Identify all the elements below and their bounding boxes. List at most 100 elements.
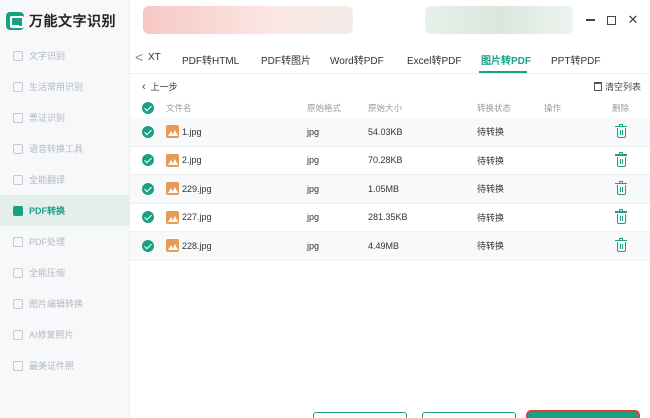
image-edit-icon — [13, 298, 23, 309]
tab-pdf-to-image[interactable]: PDF转图片 — [261, 52, 311, 67]
row-checkbox[interactable] — [142, 211, 154, 224]
file-name: 227.jpg — [182, 212, 212, 223]
row-checkbox[interactable] — [142, 239, 154, 252]
delete-icon[interactable] — [615, 123, 627, 139]
back-button[interactable]: ‹ 上一步 — [142, 80, 178, 93]
table-row: 227.jpg jpg 281.35KB 待转换 — [130, 204, 650, 232]
tab-word-to-pdf[interactable]: Word转PDF — [330, 52, 384, 67]
sidebar-item-label: 全能压缩 — [29, 268, 66, 278]
header-format: 原始格式 — [307, 103, 342, 113]
sidebar-item-id-photo[interactable]: 最美证件照 — [0, 350, 130, 381]
tab-ppt-to-pdf[interactable]: PPT转PDF — [551, 52, 600, 67]
delete-icon[interactable] — [615, 237, 627, 253]
table-row: 229.jpg jpg 1.05MB 待转换 — [130, 175, 650, 204]
file-size: 4.49MB — [368, 240, 400, 251]
tab-xt[interactable]: XT — [148, 52, 161, 63]
select-all-checkbox[interactable] — [142, 102, 154, 114]
delete-icon[interactable] — [615, 180, 627, 196]
sidebar-item-label: 生活常用识别 — [29, 82, 84, 92]
tab-image-to-pdf[interactable]: 图片转PDF — [481, 52, 531, 67]
sidebar-item-pdf-convert[interactable]: PDF转换 — [0, 195, 130, 226]
file-status: 待转换 — [477, 184, 505, 195]
app-name: 万能文字识别 — [29, 13, 116, 29]
sidebar-item-label: PDF处理 — [29, 237, 66, 247]
maximize-button[interactable] — [604, 13, 618, 27]
row-checkbox[interactable] — [142, 125, 154, 138]
file-size: 281.35KB — [368, 212, 408, 223]
file-status: 待转换 — [477, 127, 505, 138]
header-status: 转换状态 — [477, 103, 512, 113]
sidebar-item-text-recognition[interactable]: 文字识别 — [0, 40, 130, 71]
table-body: 1.jpg jpg 54.03KB 待转换 2.jpg jpg 70.28KB … — [130, 118, 650, 261]
sidebar-item-compress[interactable]: 全能压缩 — [0, 257, 130, 288]
file-format: jpg — [307, 155, 320, 166]
close-icon: ✕ — [627, 12, 639, 27]
close-button[interactable]: ✕ — [626, 12, 640, 27]
header-operation: 操作 — [544, 103, 562, 113]
sidebar-item-label: 票证识别 — [29, 113, 66, 123]
sidebar-item-ai-repair[interactable]: AI修复照片 — [0, 319, 130, 350]
sidebar-item-label: 语音转换工具 — [29, 144, 84, 154]
blurred-account-area — [425, 6, 573, 34]
clear-list-button[interactable]: 清空列表 — [594, 80, 641, 93]
table-row: 2.jpg jpg 70.28KB 待转换 — [130, 147, 650, 175]
file-format: jpg — [307, 126, 320, 137]
app-title: 万能文字识别 — [6, 9, 116, 33]
file-size: 1.05MB — [368, 183, 400, 194]
clear-list-label: 清空列表 — [605, 82, 642, 92]
sidebar-item-translate[interactable]: 全能翻译 — [0, 164, 130, 195]
table-row: 228.jpg jpg 4.49MB 待转换 — [130, 232, 650, 261]
table-header: 文件名 原始格式 原始大小 转换状态 操作 删除 — [130, 98, 650, 118]
sidebar-item-daily-recognition[interactable]: 生活常用识别 — [0, 71, 130, 102]
sidebar-item-label: 文字识别 — [29, 51, 66, 61]
chevron-left-icon: ‹ — [142, 80, 146, 93]
bottom-button-1[interactable] — [313, 412, 407, 418]
conversion-tabs: < XT PDF转HTML PDF转图片 Word转PDF Excel转PDF … — [130, 40, 650, 74]
sidebar-item-label: 图片编辑转换 — [29, 299, 84, 309]
pdf-process-icon — [13, 236, 23, 247]
sidebar-item-label: PDF转换 — [29, 206, 66, 216]
file-size: 54.03KB — [368, 126, 403, 137]
file-name: 228.jpg — [182, 240, 212, 251]
sidebar-item-image-edit[interactable]: 图片编辑转换 — [0, 288, 130, 319]
file-name: 1.jpg — [182, 126, 202, 137]
file-status: 待转换 — [477, 241, 505, 252]
tab-pdf-to-html[interactable]: PDF转HTML — [182, 52, 239, 67]
sidebar-item-label: AI修复照片 — [29, 330, 74, 340]
image-file-icon — [166, 125, 179, 139]
clear-list-icon — [594, 82, 602, 91]
pdf-convert-icon — [13, 205, 23, 216]
bottom-button-2[interactable] — [422, 412, 516, 418]
minimize-button[interactable] — [583, 13, 597, 27]
row-checkbox[interactable] — [142, 182, 154, 195]
translate-icon — [13, 174, 23, 185]
back-label: 上一步 — [150, 82, 178, 92]
image-file-icon — [166, 182, 179, 196]
start-convert-button[interactable] — [528, 412, 638, 418]
sidebar-item-voice-tools[interactable]: 语音转换工具 — [0, 133, 130, 164]
delete-icon[interactable] — [615, 152, 627, 167]
image-file-icon — [166, 153, 179, 167]
file-status: 待转换 — [477, 155, 505, 166]
active-tab-indicator — [479, 71, 527, 73]
ai-repair-icon — [13, 329, 23, 340]
compress-icon — [13, 267, 23, 278]
delete-icon[interactable] — [615, 209, 627, 224]
image-file-icon — [166, 210, 179, 224]
file-format: jpg — [307, 240, 320, 251]
tab-scroll-left-icon[interactable]: < — [135, 49, 143, 65]
row-checkbox[interactable] — [142, 154, 154, 167]
file-format: jpg — [307, 183, 320, 194]
daily-recognition-icon — [13, 81, 23, 92]
sidebar-item-pdf-process[interactable]: PDF处理 — [0, 226, 130, 257]
file-size: 70.28KB — [368, 155, 403, 166]
tab-excel-to-pdf[interactable]: Excel转PDF — [407, 52, 461, 67]
header-size: 原始大小 — [368, 103, 403, 113]
sidebar: 万能文字识别 文字识别 生活常用识别 票证识别 语音转换工具 全能翻译 PDF转… — [0, 0, 130, 418]
ticket-icon — [13, 112, 23, 123]
sidebar-item-label: 最美证件照 — [29, 361, 75, 371]
file-table: 文件名 原始格式 原始大小 转换状态 操作 删除 1.jpg jpg 54.03… — [130, 98, 650, 261]
voice-icon — [13, 143, 23, 154]
file-name: 2.jpg — [182, 155, 202, 166]
sidebar-item-ticket-recognition[interactable]: 票证识别 — [0, 102, 130, 133]
